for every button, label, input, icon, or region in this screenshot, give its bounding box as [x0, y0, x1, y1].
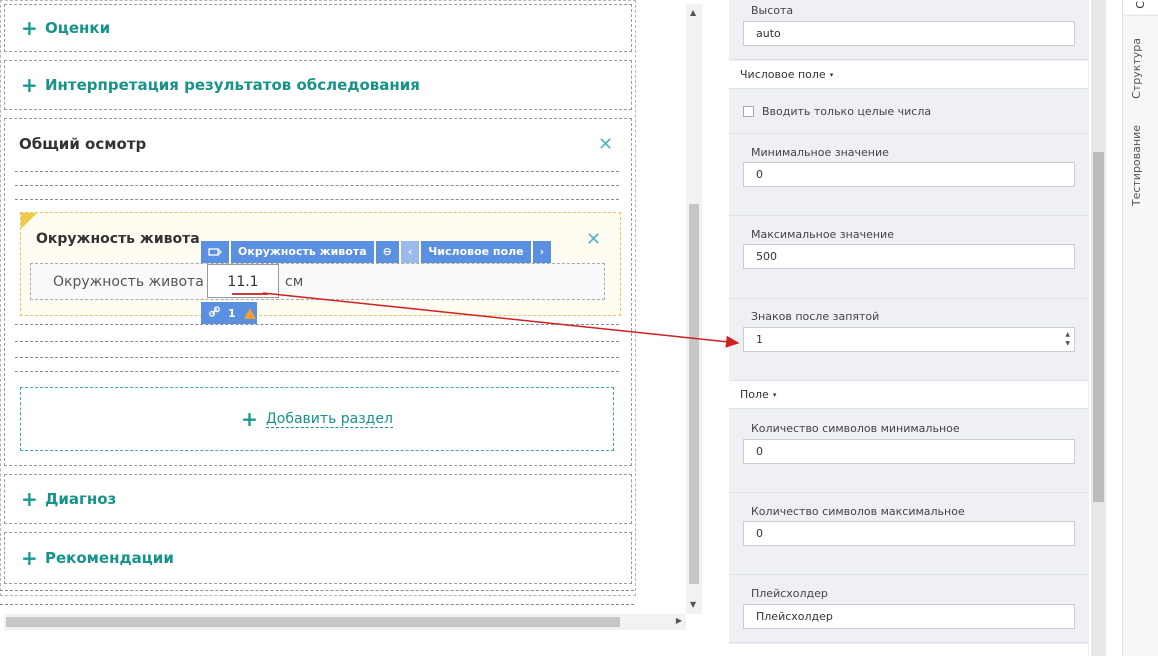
minus-circle-icon[interactable]: ⊖: [375, 241, 399, 263]
warning-icon: [243, 307, 256, 319]
prop-label: Вводить только целые числа: [762, 105, 932, 118]
input-value: 1: [756, 333, 763, 346]
canvas-horizontal-scrollbar[interactable]: ▶: [4, 614, 686, 630]
scroll-thumb[interactable]: [689, 204, 699, 584]
tag-icon[interactable]: [201, 241, 229, 263]
scroll-thumb[interactable]: [6, 617, 620, 627]
scroll-right-icon[interactable]: ▶: [676, 616, 682, 625]
field-group-header[interactable]: Поле ▾: [729, 381, 1088, 409]
link-badge[interactable]: 1: [201, 302, 257, 324]
add-section-button[interactable]: + Добавить раздел: [20, 387, 614, 451]
plus-icon: +: [241, 407, 258, 431]
divider: [15, 341, 619, 342]
section-recommendations[interactable]: + Рекомендации: [4, 532, 632, 584]
group-title: Поле: [740, 388, 769, 401]
spin-down-icon[interactable]: ▼: [1065, 340, 1070, 347]
prop-height: Высота auto: [729, 0, 1088, 60]
integers-only-checkbox[interactable]: [743, 106, 754, 117]
caret-down-icon: ▾: [772, 391, 777, 399]
close-icon[interactable]: ✕: [586, 231, 601, 249]
prop-label: Плейсхолдер: [751, 587, 828, 600]
divider: [15, 171, 619, 172]
min-chars-input[interactable]: 0: [743, 439, 1075, 464]
properties-panel: Высота auto Числовое поле ▾ Вводить тольк…: [729, 0, 1089, 656]
decimals-input[interactable]: 1 ▲ ▼: [743, 327, 1075, 352]
expand-icon[interactable]: +: [21, 73, 45, 97]
field-block-title: Окружность живота: [36, 231, 200, 247]
tab-active[interactable]: С: [1123, 0, 1158, 16]
expand-icon[interactable]: +: [21, 546, 45, 570]
link-count: 1: [228, 306, 236, 320]
placeholder-input[interactable]: Плейсхолдер: [743, 604, 1075, 629]
scroll-thumb[interactable]: [1093, 152, 1104, 502]
divider: [0, 590, 634, 591]
height-input[interactable]: auto: [743, 21, 1075, 46]
link-icon: [209, 306, 220, 320]
section-title: Общий осмотр: [19, 135, 147, 153]
field-row: Окружность живота 11.1 см: [30, 263, 605, 300]
numeric-group-header[interactable]: Числовое поле ▾: [729, 61, 1088, 89]
prop-decimals: Знаков после запятой 1 ▲ ▼: [729, 299, 1088, 381]
tab-testing[interactable]: Тестирование: [1130, 125, 1143, 206]
form-canvas: + Оценки + Интерпретация результатов обс…: [0, 0, 710, 656]
divider: [15, 199, 619, 200]
divider: [15, 357, 619, 358]
error-underline: [232, 293, 268, 295]
toolbar-field-type[interactable]: Числовое поле: [421, 241, 531, 263]
side-tabs: С Структура Тестирование: [1122, 0, 1158, 656]
spinner[interactable]: ▲ ▼: [1065, 330, 1070, 348]
input-value: 11.1: [227, 274, 259, 290]
prop-label: Количество символов максимальное: [751, 505, 965, 518]
abdomen-circumference-input[interactable]: 11.1: [207, 264, 279, 298]
prop-label: Количество символов минимальное: [751, 422, 960, 435]
caret-down-icon: ▾: [829, 71, 834, 79]
prop-min-chars: Количество символов минимальное 0: [729, 410, 1088, 493]
prev-icon[interactable]: ‹: [400, 241, 420, 263]
prop-label: Максимальное значение: [751, 228, 894, 241]
field-label: Окружность живота: [53, 274, 204, 290]
canvas-vertical-scrollbar[interactable]: ▲ ▼: [686, 4, 702, 614]
prop-placeholder: Плейсхолдер Плейсхолдер: [729, 575, 1088, 643]
prop-label: Знаков после запятой: [751, 310, 880, 323]
group-title: Числовое поле: [740, 68, 826, 81]
close-icon[interactable]: ✕: [598, 136, 613, 154]
section-title: Диагноз: [45, 490, 117, 508]
section-title: Рекомендации: [45, 549, 174, 567]
prop-label: Высота: [751, 4, 794, 17]
tab-structure[interactable]: Структура: [1130, 38, 1143, 99]
prop-max-chars: Количество символов максимальное 0: [729, 493, 1088, 575]
scroll-down-icon[interactable]: ▼: [690, 600, 696, 609]
unit-label: см: [285, 274, 304, 290]
properties-scrollbar[interactable]: [1091, 0, 1106, 656]
divider: [0, 604, 634, 605]
add-section-label[interactable]: Добавить раздел: [265, 411, 393, 428]
next-icon[interactable]: ›: [532, 241, 552, 263]
prop-min-value: Минимальное значение 0: [729, 134, 1088, 216]
spin-up-icon[interactable]: ▲: [1065, 331, 1070, 338]
divider: [15, 185, 619, 186]
section-title: Интерпретация результатов обследования: [45, 76, 420, 94]
scroll-up-icon[interactable]: ▲: [690, 8, 696, 17]
section-general-exam: Общий осмотр ✕ Окружность живота ✕ Окруж…: [4, 118, 632, 466]
section-diagnoz[interactable]: + Диагноз: [4, 474, 632, 524]
expand-icon[interactable]: +: [21, 16, 45, 40]
selected-corner-marker: [21, 213, 37, 229]
min-value-input[interactable]: 0: [743, 162, 1075, 187]
max-chars-input[interactable]: 0: [743, 521, 1075, 546]
divider: [15, 324, 619, 325]
field-block-abdomen[interactable]: Окружность живота ✕ Окружность живота 11…: [20, 212, 621, 316]
field-toolbar: Окружность живота ⊖ ‹ Числовое поле ›: [201, 241, 552, 263]
prop-integers-only: Вводить только целые числа: [729, 90, 1088, 134]
prop-max-value: Максимальное значение 500: [729, 216, 1088, 299]
expand-icon[interactable]: +: [21, 487, 45, 511]
section-title: Оценки: [45, 19, 111, 37]
section-ocenki[interactable]: + Оценки: [4, 4, 632, 52]
toolbar-field-name[interactable]: Окружность живота: [231, 241, 374, 263]
prop-label: Минимальное значение: [751, 146, 889, 159]
section-interpretation[interactable]: + Интерпретация результатов обследования: [4, 60, 632, 110]
max-value-input[interactable]: 500: [743, 244, 1075, 269]
next-group-header: [729, 644, 1088, 656]
divider: [15, 371, 619, 372]
